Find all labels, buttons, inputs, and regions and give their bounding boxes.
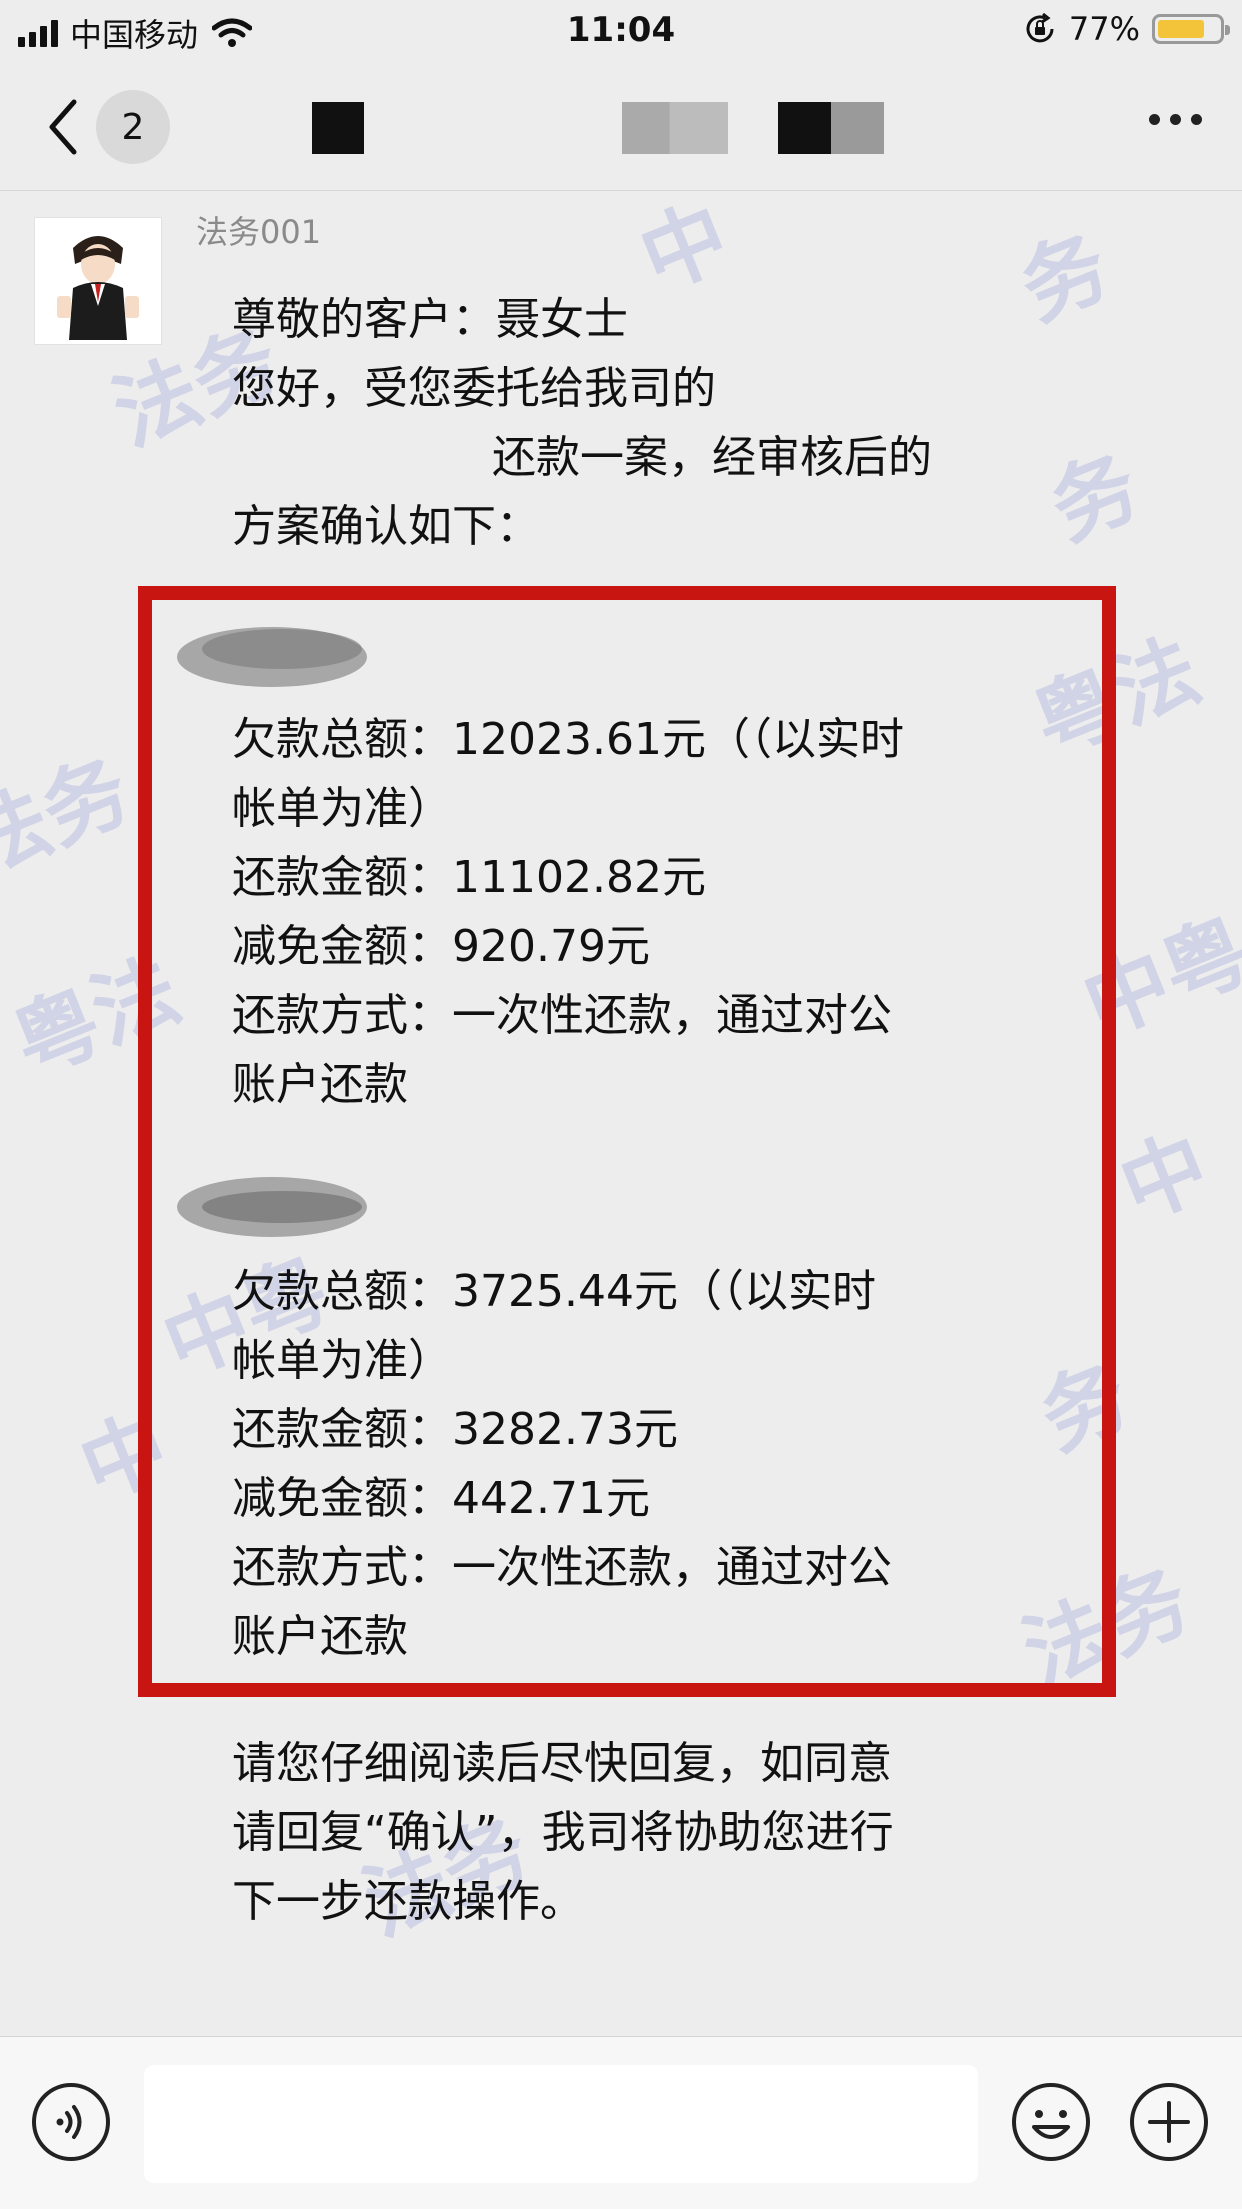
orientation-lock-icon [1026, 12, 1054, 43]
redacted-title-block [312, 102, 364, 154]
message-line: 尊敬的客户：聂女士 [232, 294, 628, 345]
more-options-icon[interactable] [1149, 114, 1202, 125]
watermark-text: 法务 [0, 740, 143, 895]
status-right: 77% [1023, 10, 1230, 48]
watermark-text: 中 [627, 191, 742, 309]
unread-count-badge[interactable]: 2 [96, 90, 170, 164]
highlight-box [138, 586, 1116, 1697]
battery-icon [1152, 14, 1230, 44]
back-chevron-icon[interactable] [40, 92, 90, 162]
status-bar: 中国移动 11:04 77% [0, 0, 1242, 64]
voice-icon[interactable] [30, 2081, 112, 2163]
message-line: 方案确认如下： [232, 501, 540, 552]
watermark-text: 中 [1107, 1116, 1222, 1239]
watermark-text: 务 [1037, 436, 1152, 559]
message-line: 下一步还款操作。 [232, 1876, 584, 1927]
message-input[interactable] [144, 2065, 978, 2183]
emoji-icon[interactable] [1010, 2081, 1092, 2163]
message-line: 请回复“确认”，我司将协助您进行 [232, 1807, 894, 1858]
watermark-text: 务 [1007, 216, 1122, 339]
battery-percent: 77% [1068, 10, 1140, 48]
message-line: 还款一案，经审核后的 [492, 432, 932, 483]
plus-icon[interactable] [1128, 2081, 1210, 2163]
sender-name: 法务001 [196, 213, 322, 251]
message-line: 您好，受您委托给我司的 [232, 363, 716, 414]
redacted-title-block [622, 102, 728, 154]
redacted-title-block [778, 102, 884, 154]
chat-header: 2 [0, 64, 1242, 191]
battery-fill [1158, 20, 1204, 38]
avatar[interactable] [34, 217, 162, 345]
chat-area: 务中法务务粤法 法务 中粤 粤法中中粤务中法务 法务 法务001 尊敬的客户：聂女士 您… [0, 191, 1242, 2036]
input-bar [0, 2036, 1242, 2209]
message-line: 请您仔细阅读后尽快回复，如同意 [232, 1738, 892, 1789]
lawyer-avatar-icon [57, 236, 139, 340]
